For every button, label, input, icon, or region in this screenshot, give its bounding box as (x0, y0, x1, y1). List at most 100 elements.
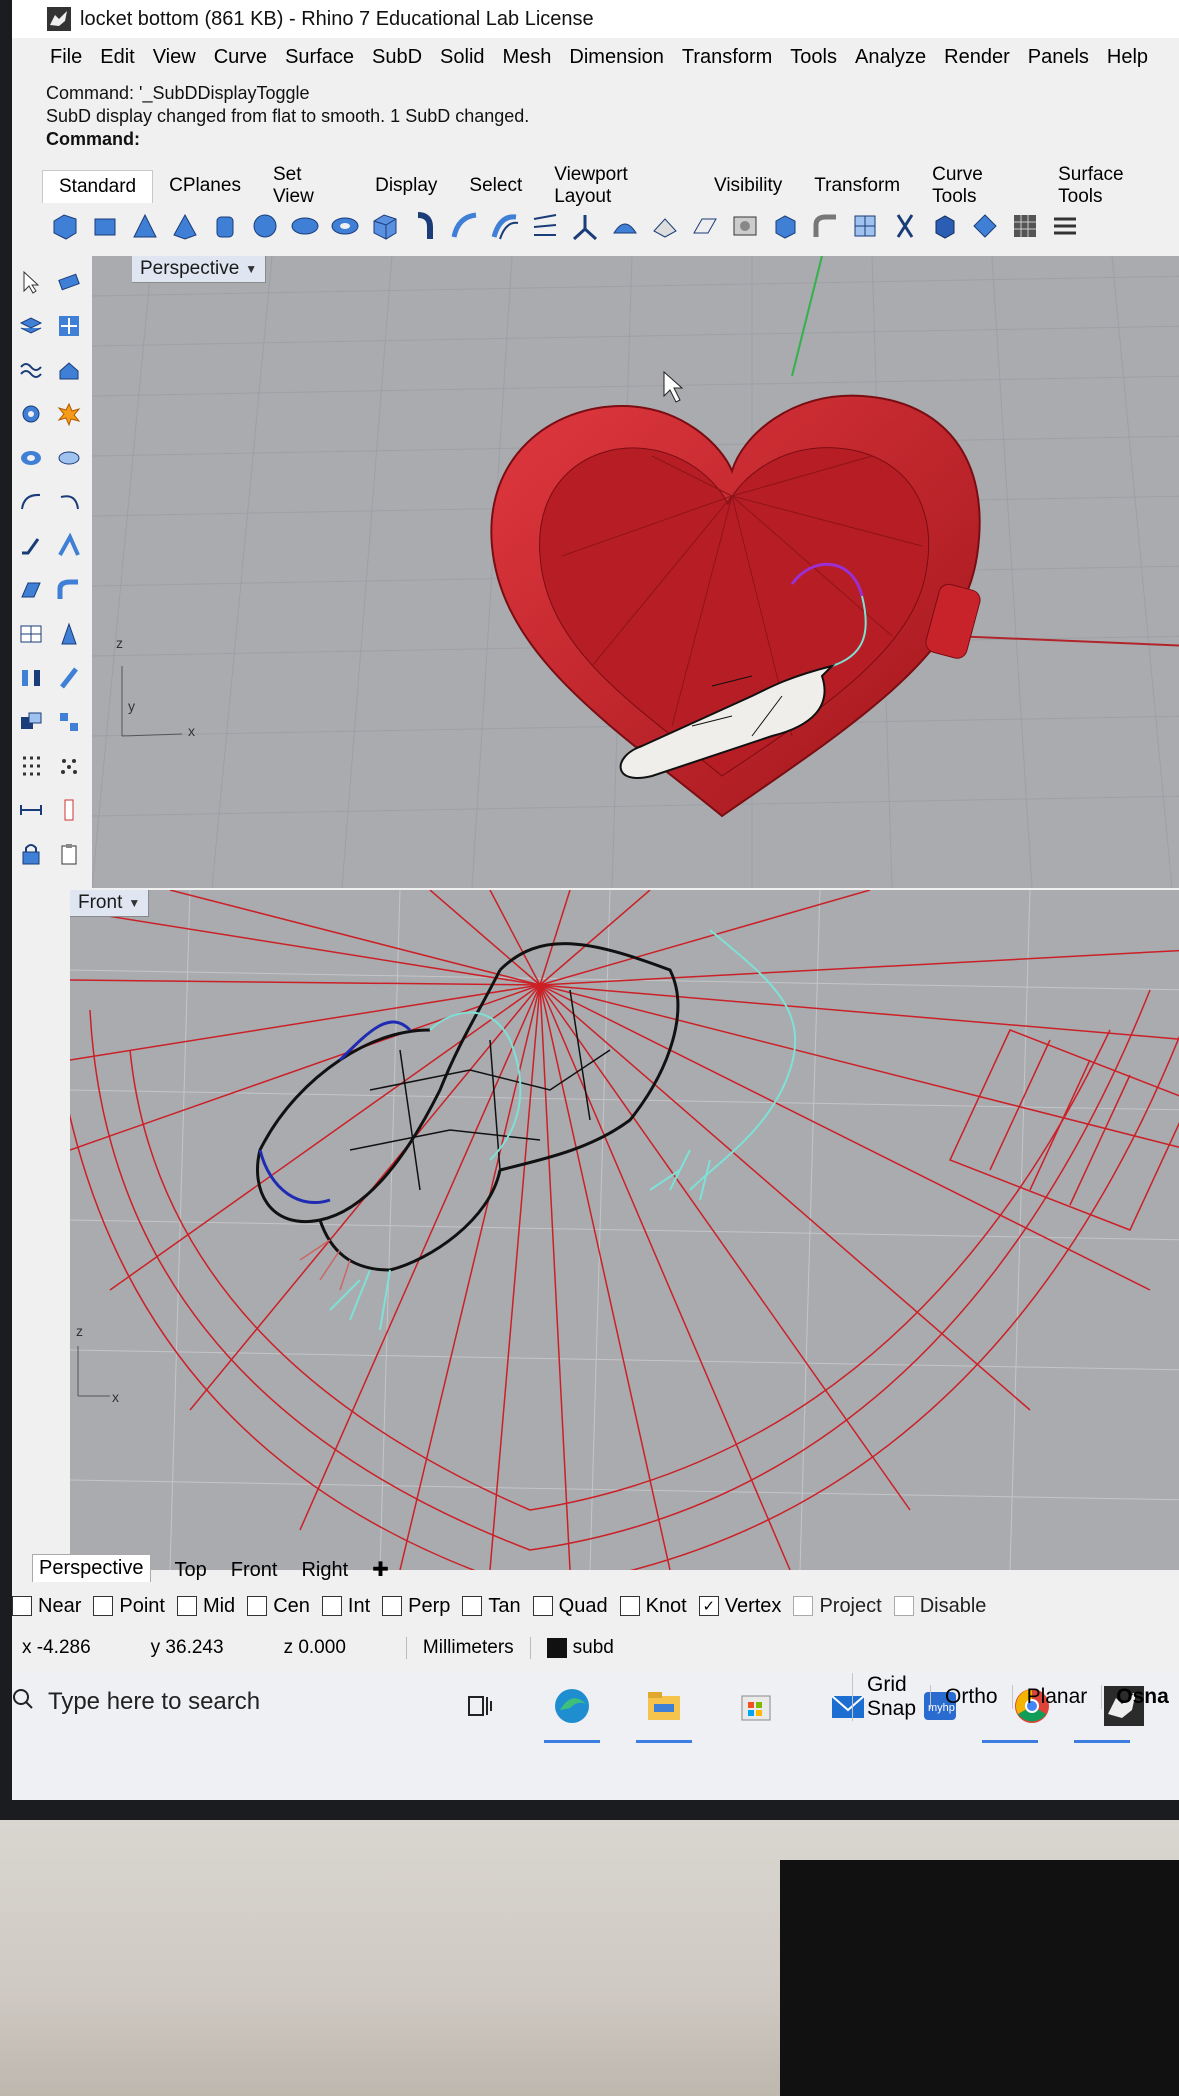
tab-standard[interactable]: Standard (42, 169, 154, 203)
tab-viewport-layout[interactable]: Viewport Layout (538, 164, 698, 207)
command-input[interactable] (144, 128, 1048, 151)
mesh-box-icon[interactable] (368, 209, 402, 243)
menu-subd[interactable]: SubD (372, 46, 422, 69)
viewport-menu-chevron-icon[interactable]: ▼ (245, 262, 257, 276)
checkbox[interactable] (793, 1596, 814, 1616)
viewport-tab-front[interactable]: Front (231, 1559, 278, 1582)
clipboard-icon[interactable] (50, 832, 88, 876)
menu-edit[interactable]: Edit (100, 46, 134, 69)
checkbox[interactable] (93, 1596, 114, 1616)
checkbox[interactable] (382, 1596, 403, 1616)
viewport-title-front[interactable]: Front ▼ (70, 890, 150, 917)
cone-icon[interactable] (128, 209, 162, 243)
checkbox[interactable] (893, 1596, 914, 1616)
offset-icon[interactable] (12, 568, 50, 612)
layers-icon[interactable] (12, 304, 50, 348)
loft-icon[interactable] (528, 209, 562, 243)
viewport-tab-perspective[interactable]: Perspective (32, 1554, 151, 1582)
eraser-icon[interactable] (50, 260, 88, 304)
viewport-front[interactable]: z x Front ▼ (70, 890, 1179, 1570)
add-viewport-icon[interactable]: ✚ (372, 1557, 389, 1582)
grid-array-icon[interactable] (12, 612, 50, 656)
osnap-knot[interactable]: Knot (619, 1595, 687, 1618)
checkbox[interactable] (462, 1596, 483, 1616)
pipe-icon[interactable] (408, 209, 442, 243)
tab-set-view[interactable]: Set View (257, 164, 359, 207)
menu-curve[interactable]: Curve (214, 46, 267, 69)
planar-toggle[interactable]: Planar (1011, 1685, 1102, 1709)
osnap-point[interactable]: Point (93, 1595, 165, 1618)
fillet-icon[interactable] (12, 524, 50, 568)
cage-icon[interactable] (848, 209, 882, 243)
torus-tool-icon[interactable] (12, 436, 50, 480)
menu-transform[interactable]: Transform (682, 46, 772, 69)
checkbox[interactable] (12, 1596, 32, 1616)
arc-icon[interactable] (12, 480, 50, 524)
blend-icon[interactable] (50, 568, 88, 612)
osnap-mid[interactable]: Mid (176, 1595, 235, 1618)
chamfer-icon[interactable] (50, 524, 88, 568)
box-icon[interactable] (88, 209, 122, 243)
checkbox[interactable] (619, 1596, 640, 1616)
menu-surface[interactable]: Surface (285, 46, 354, 69)
gear-shape-icon[interactable] (12, 392, 50, 436)
group-icon[interactable] (12, 700, 50, 744)
scale-icon[interactable] (50, 612, 88, 656)
points-grid-icon[interactable] (12, 744, 50, 788)
network-surface-icon[interactable] (568, 209, 602, 243)
ellipsoid-icon[interactable] (288, 209, 322, 243)
menu-dimension[interactable]: Dimension (569, 46, 663, 69)
dimension-icon[interactable] (12, 788, 50, 832)
box-edges-icon[interactable] (48, 209, 82, 243)
pyramid-icon[interactable] (168, 209, 202, 243)
osnap-toggle[interactable]: Osna (1101, 1685, 1179, 1709)
move-icon[interactable] (50, 656, 88, 700)
menu-render[interactable]: Render (944, 46, 1010, 69)
microsoft-store-icon[interactable] (728, 1678, 784, 1734)
viewport-title-perspective[interactable]: Perspective ▼ (132, 256, 267, 283)
curve-wave-icon[interactable] (12, 348, 50, 392)
tab-transform[interactable]: Transform (798, 170, 916, 202)
osnap-vertex[interactable]: ✓ Vertex (698, 1595, 781, 1618)
units-display[interactable]: Millimeters (405, 1637, 531, 1659)
sweep-2-icon[interactable] (488, 209, 522, 243)
checkbox[interactable] (247, 1596, 268, 1616)
osnap-near[interactable]: Near (12, 1595, 81, 1618)
mesh-grid-icon[interactable] (1008, 209, 1042, 243)
cylinder-icon[interactable] (208, 209, 242, 243)
osnap-perp[interactable]: Perp (382, 1595, 450, 1618)
menu-file[interactable]: File (50, 46, 82, 69)
menu-mesh[interactable]: Mesh (503, 46, 552, 69)
osnap-tan[interactable]: Tan (462, 1595, 521, 1618)
tab-curve-tools[interactable]: Curve Tools (916, 164, 1042, 207)
osnap-project[interactable]: Project (793, 1595, 882, 1618)
twist-icon[interactable] (888, 209, 922, 243)
viewport-tab-top[interactable]: Top (175, 1559, 207, 1582)
explode-icon[interactable] (50, 392, 88, 436)
tab-display[interactable]: Display (359, 170, 453, 202)
checkbox[interactable] (532, 1596, 553, 1616)
bend-icon[interactable] (808, 209, 842, 243)
plane-icon[interactable] (688, 209, 722, 243)
menu-analyze[interactable]: Analyze (855, 46, 926, 69)
point-star-icon[interactable] (50, 304, 88, 348)
viewport-tab-right[interactable]: Right (301, 1559, 348, 1582)
menu-panels[interactable]: Panels (1028, 46, 1089, 69)
render-icon[interactable] (728, 209, 762, 243)
sphere-icon[interactable] (248, 209, 282, 243)
mirror-icon[interactable] (12, 656, 50, 700)
grid-snap-toggle[interactable]: Grid Snap (852, 1673, 930, 1721)
edge-browser-icon[interactable] (544, 1678, 600, 1734)
file-explorer-icon[interactable] (636, 1678, 692, 1734)
menu-tools[interactable]: Tools (790, 46, 837, 69)
menu-view[interactable]: View (153, 46, 196, 69)
disc-icon[interactable] (50, 436, 88, 480)
extrude-icon[interactable] (648, 209, 682, 243)
rotate-arc-icon[interactable] (50, 480, 88, 524)
viewport-perspective[interactable]: z y x Perspective ▼ (92, 256, 1179, 888)
layer-indicator[interactable]: subd (546, 1637, 614, 1659)
checkbox-checked[interactable]: ✓ (698, 1596, 719, 1616)
viewport-menu-chevron-icon[interactable]: ▼ (128, 896, 140, 910)
osnap-quad[interactable]: Quad (532, 1595, 608, 1618)
house-plus-icon[interactable] (50, 348, 88, 392)
